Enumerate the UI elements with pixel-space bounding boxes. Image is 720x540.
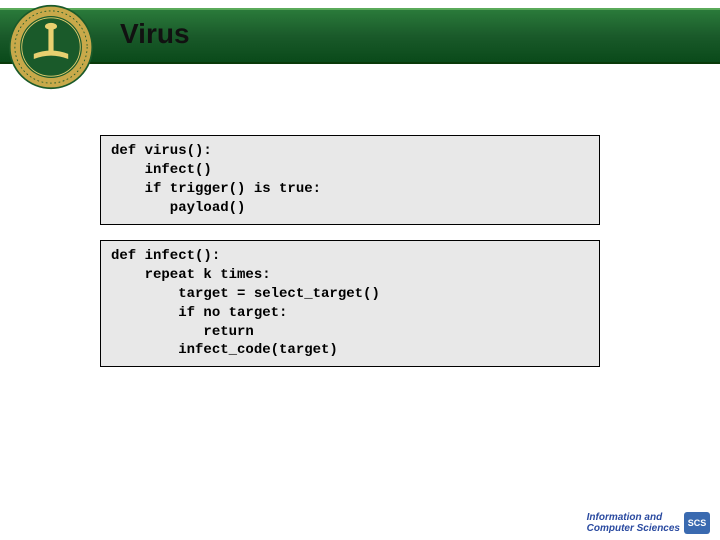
footer-dept-logo: Information and Computer Sciences SCS [587,512,710,534]
code-block-virus: def virus(): infect() if trigger() is tr… [100,135,600,225]
header-bar [0,8,720,64]
slide-title: Virus [120,18,190,50]
footer-badge: SCS [684,512,710,534]
university-seal-logo [8,4,94,90]
footer-line2: Computer Sciences [587,523,680,534]
code-block-infect: def infect(): repeat k times: target = s… [100,240,600,367]
footer-line1: Information and [587,512,663,523]
